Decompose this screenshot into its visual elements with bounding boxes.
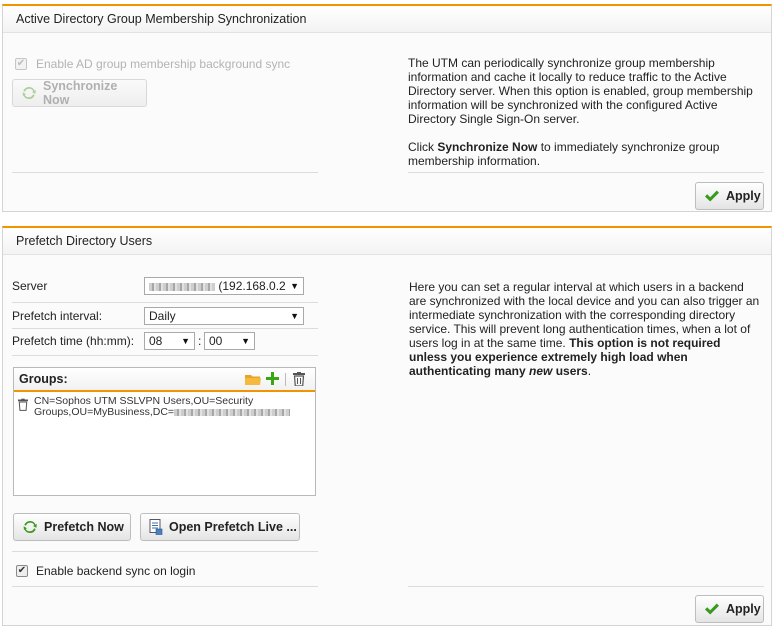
trash-icon[interactable] — [18, 398, 28, 414]
prefetch-title: Prefetch Directory Users — [3, 228, 771, 255]
minute-value: 00 — [209, 334, 223, 348]
hour-value: 08 — [149, 334, 163, 348]
trash-icon[interactable] — [293, 372, 305, 389]
interval-value: Daily — [149, 309, 176, 323]
redacted-domain — [174, 408, 291, 416]
chevron-down-icon: ▼ — [241, 336, 250, 346]
ad-sync-title: Active Directory Group Membership Synchr… — [3, 6, 771, 33]
synchronize-now-label: Synchronize Now — [43, 79, 118, 107]
chevron-down-icon: ▼ — [290, 311, 299, 321]
ad-sync-divider-right — [408, 172, 764, 173]
interval-label: Prefetch interval: — [12, 309, 103, 323]
prefetch-apply-label: Apply — [726, 602, 761, 616]
ad-sync-panel: Active Directory Group Membership Synchr… — [2, 4, 772, 212]
document-icon — [149, 519, 163, 535]
open-prefetch-live-button[interactable]: Open Prefetch Live ... — [140, 513, 300, 541]
ad-sync-divider — [12, 172, 318, 173]
chevron-down-icon: ▼ — [181, 336, 190, 346]
prefetch-now-label: Prefetch Now — [44, 520, 124, 534]
checkmark-icon — [704, 189, 720, 203]
groups-box: Groups: CN=Sophos UTM SSLVPN Users,OU=Se… — [13, 367, 316, 496]
refresh-icon — [21, 85, 37, 101]
groups-header: Groups: — [14, 368, 315, 392]
backend-divider — [12, 586, 318, 587]
prefetch-divider-right — [408, 586, 764, 587]
ad-sync-apply-button[interactable]: Apply — [695, 182, 764, 210]
interval-select[interactable]: Daily ▼ — [144, 307, 304, 325]
interval-divider — [12, 328, 318, 329]
prefetch-apply-button[interactable]: Apply — [695, 595, 764, 623]
server-value: (192.168.0.2 — [218, 279, 286, 293]
groups-label: Groups: — [19, 372, 68, 386]
ad-sync-description: The UTM can periodically synchronize gro… — [408, 56, 753, 126]
synchronize-now-button[interactable]: Synchronize Now — [12, 79, 147, 107]
time-colon: : — [198, 334, 202, 348]
ad-sync-click-hint: Click Synchronize Now to immediately syn… — [408, 140, 720, 168]
backend-sync-checkbox[interactable]: ✔ — [16, 565, 28, 577]
time-divider — [12, 355, 318, 356]
redacted-server-name — [149, 282, 215, 291]
open-prefetch-live-label: Open Prefetch Live ... — [169, 520, 297, 534]
prefetch-now-button[interactable]: Prefetch Now — [13, 513, 131, 541]
server-label: Server — [12, 279, 48, 293]
folder-icon[interactable] — [245, 373, 261, 389]
server-select[interactable]: (192.168.0.2 ▼ — [144, 277, 304, 295]
ad-sync-apply-label: Apply — [726, 189, 761, 203]
group-list-item[interactable]: CN=Sophos UTM SSLVPN Users,OU=Security G… — [14, 396, 315, 422]
checkmark-icon — [704, 602, 720, 616]
buttons-divider — [12, 551, 318, 552]
prefetch-description: Here you can set a regular interval at w… — [409, 280, 760, 378]
chevron-down-icon: ▼ — [290, 281, 299, 291]
ad-sync-enable-checkbox[interactable]: ✔ — [15, 58, 27, 70]
server-divider — [12, 302, 318, 303]
time-label: Prefetch time (hh:mm): — [12, 334, 135, 348]
minute-select[interactable]: 00 ▼ — [204, 332, 255, 350]
backend-sync-label: Enable backend sync on login — [36, 564, 196, 578]
group-entry-text: CN=Sophos UTM SSLVPN Users,OU=Security G… — [34, 396, 291, 418]
ad-sync-enable-label: Enable AD group membership background sy… — [36, 57, 291, 71]
header-separator — [285, 373, 286, 386]
hour-select[interactable]: 08 ▼ — [144, 332, 195, 350]
refresh-icon — [22, 519, 38, 535]
prefetch-panel: Prefetch Directory Users Server (192.168… — [2, 226, 772, 626]
plus-icon[interactable] — [266, 372, 279, 388]
